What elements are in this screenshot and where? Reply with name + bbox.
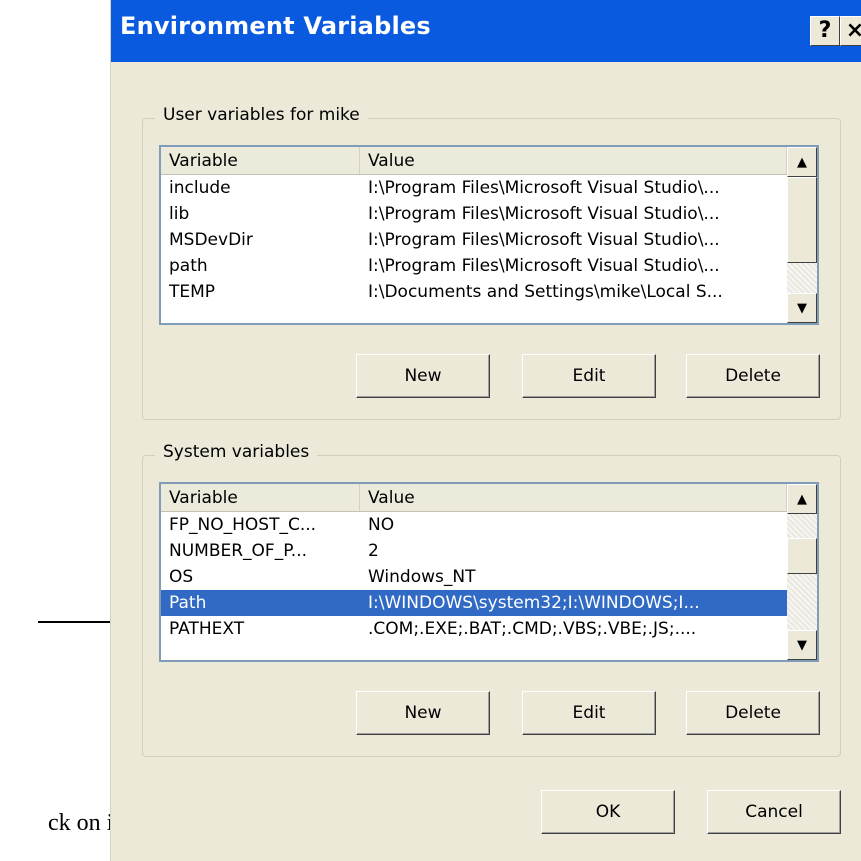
system-delete-button[interactable]: Delete <box>686 691 820 735</box>
variable-name: OS <box>169 567 194 587</box>
window-title: Environment Variables <box>120 12 431 40</box>
column-header-variable[interactable]: Variable <box>161 484 360 511</box>
user-variables-list[interactable]: Variable Value include I:\Program Files\… <box>159 145 819 325</box>
list-item-selected[interactable]: Path I:\WINDOWS\system32;I:\WINDOWS;I... <box>161 590 787 616</box>
variable-name: TEMP <box>169 282 216 302</box>
variable-name: PATHEXT <box>169 619 245 639</box>
scroll-up-icon[interactable]: ▲ <box>787 484 817 514</box>
system-new-button[interactable]: New <box>356 691 490 735</box>
user-new-button[interactable]: New <box>356 354 490 398</box>
list-item[interactable]: MSDevDir I:\Program Files\Microsoft Visu… <box>161 227 787 253</box>
list-item[interactable]: TEMP I:\Documents and Settings\mike\Loca… <box>161 279 787 305</box>
system-variables-list[interactable]: Variable Value FP_NO_HOST_C... NO NUMBER… <box>159 482 819 662</box>
variable-value: I:\Program Files\Microsoft Visual Studio… <box>368 178 720 198</box>
variable-value: I:\WINDOWS\system32;I:\WINDOWS;I... <box>368 593 700 613</box>
variable-name: include <box>169 178 231 198</box>
variable-value: NO <box>368 515 395 535</box>
scrollbar-thumb[interactable] <box>787 538 817 574</box>
list-item[interactable]: NUMBER_OF_P... 2 <box>161 538 787 564</box>
column-header-value[interactable]: Value <box>360 484 787 511</box>
vertical-scrollbar[interactable]: ▲ ▼ <box>787 484 817 660</box>
list-item[interactable]: include I:\Program Files\Microsoft Visua… <box>161 175 787 201</box>
scroll-up-icon[interactable]: ▲ <box>787 147 817 177</box>
column-header-value[interactable]: Value <box>360 147 787 174</box>
variable-value: Windows_NT <box>368 567 476 587</box>
variable-value: 2 <box>368 541 379 561</box>
list-item[interactable]: lib I:\Program Files\Microsoft Visual St… <box>161 201 787 227</box>
variable-name: NUMBER_OF_P... <box>169 541 308 561</box>
ok-button[interactable]: OK <box>541 790 675 834</box>
help-button[interactable]: ? <box>810 16 840 46</box>
system-variables-group: System variables Variable Value FP_NO_HO… <box>142 442 841 757</box>
variable-value: I:\Program Files\Microsoft Visual Studio… <box>368 256 720 276</box>
variable-name: Path <box>161 593 360 613</box>
list-item[interactable]: FP_NO_HOST_C... NO <box>161 512 787 538</box>
variable-value: I:\Program Files\Microsoft Visual Studio… <box>368 204 720 224</box>
title-bar[interactable]: Environment Variables ? × <box>111 0 861 62</box>
document-text-fragment-bottom: ck on it <box>48 810 120 836</box>
column-header-variable[interactable]: Variable <box>161 147 360 174</box>
scrollbar-thumb[interactable] <box>787 177 817 263</box>
user-edit-button[interactable]: Edit <box>522 354 656 398</box>
user-variables-group: User variables for mike Variable Value i… <box>142 105 841 420</box>
list-item[interactable]: PATHEXT .COM;.EXE;.BAT;.CMD;.VBS;.VBE;.J… <box>161 616 787 642</box>
variable-name: FP_NO_HOST_C... <box>169 515 317 535</box>
list-item[interactable]: OS Windows_NT <box>161 564 787 590</box>
list-header: Variable Value <box>161 484 787 512</box>
system-edit-button[interactable]: Edit <box>522 691 656 735</box>
variable-name: lib <box>169 204 190 224</box>
environment-variables-dialog: Environment Variables ? × User variables… <box>110 0 861 861</box>
variable-name: path <box>169 256 208 276</box>
scroll-down-icon[interactable]: ▼ <box>787 293 817 323</box>
list-header: Variable Value <box>161 147 787 175</box>
variable-value: .COM;.EXE;.BAT;.CMD;.VBS;.VBE;.JS;.... <box>368 619 697 639</box>
vertical-scrollbar[interactable]: ▲ ▼ <box>787 147 817 323</box>
variable-value: I:\Program Files\Microsoft Visual Studio… <box>368 230 720 250</box>
list-item[interactable]: path I:\Program Files\Microsoft Visual S… <box>161 253 787 279</box>
scroll-down-icon[interactable]: ▼ <box>787 630 817 660</box>
cancel-button[interactable]: Cancel <box>707 790 841 834</box>
variable-value: I:\Documents and Settings\mike\Local S..… <box>368 282 723 302</box>
user-variables-group-title: User variables for mike <box>155 105 368 125</box>
close-button[interactable]: × <box>840 16 861 46</box>
user-delete-button[interactable]: Delete <box>686 354 820 398</box>
variable-name: MSDevDir <box>169 230 253 250</box>
system-variables-group-title: System variables <box>155 442 318 462</box>
